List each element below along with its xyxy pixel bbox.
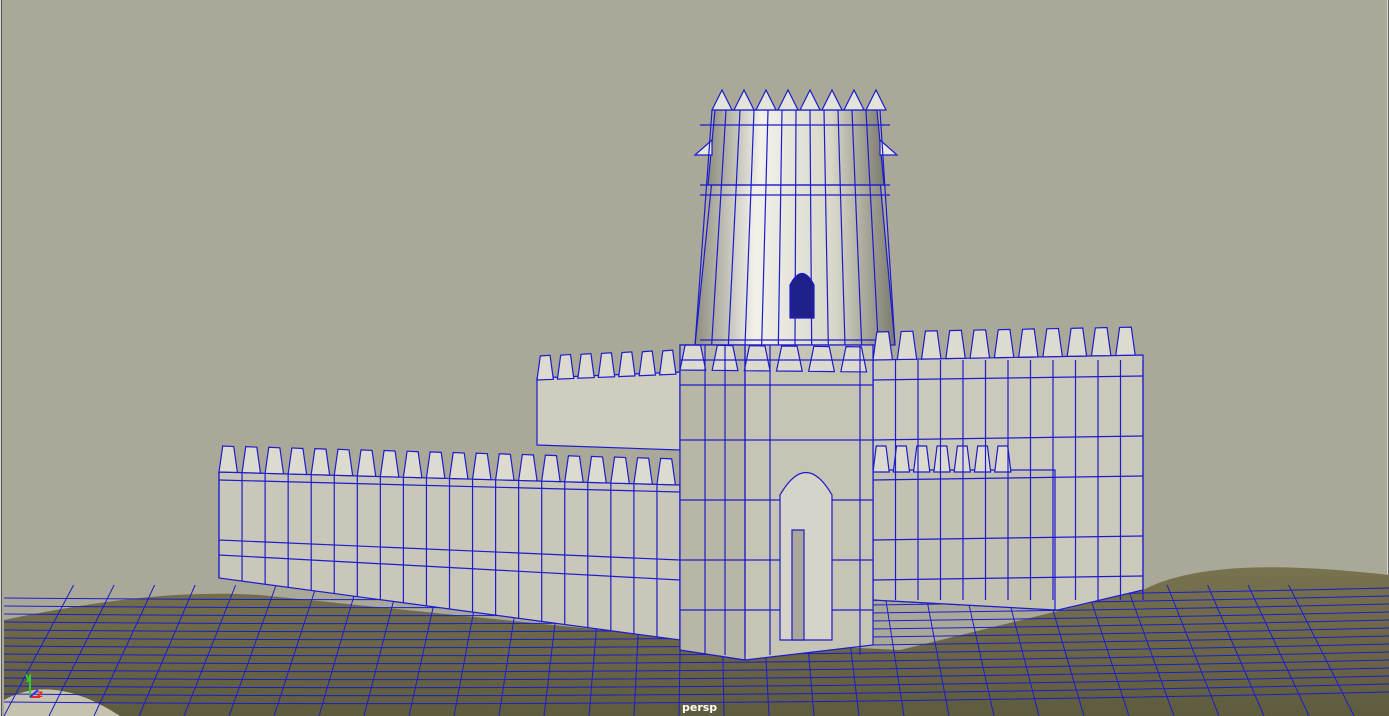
merlon xyxy=(610,456,630,485)
camera-name-label: persp xyxy=(682,701,718,714)
merlon xyxy=(775,345,803,372)
back-left-wall[interactable] xyxy=(536,349,681,451)
merlon xyxy=(1115,326,1136,357)
gate-tower[interactable] xyxy=(679,344,874,661)
merlon xyxy=(402,450,423,479)
merlon xyxy=(536,354,555,381)
merlon xyxy=(264,446,285,475)
merlon xyxy=(993,328,1015,359)
tower-merlon xyxy=(821,88,843,111)
maya-perspective-viewport[interactable]: y z persp xyxy=(0,0,1389,716)
merlon xyxy=(953,445,972,473)
scene[interactable]: y z xyxy=(0,0,1389,716)
merlon xyxy=(807,345,836,373)
merlon xyxy=(896,330,918,361)
tower-merlon xyxy=(799,88,821,111)
merlon xyxy=(425,451,446,479)
merlon xyxy=(556,353,575,380)
merlon xyxy=(638,350,657,377)
merlon xyxy=(471,452,492,481)
merlon xyxy=(541,454,561,483)
axis-y-label: y xyxy=(25,672,32,683)
merlon xyxy=(448,451,469,480)
merlon xyxy=(920,330,942,360)
merlon xyxy=(310,447,331,476)
merlon xyxy=(494,453,515,481)
tower-merlon xyxy=(711,88,733,111)
merlon xyxy=(333,448,354,477)
merlon xyxy=(241,446,262,474)
tower-merlon xyxy=(865,88,887,111)
tower-merlon xyxy=(733,88,755,111)
merlon xyxy=(658,349,677,376)
merlon xyxy=(912,445,931,473)
merlon xyxy=(872,331,894,361)
right-wall[interactable] xyxy=(872,326,1144,611)
merlon xyxy=(1017,328,1039,358)
merlon xyxy=(618,351,636,378)
tower-merlon xyxy=(843,88,865,111)
axis-z-label: z xyxy=(37,689,43,700)
merlon xyxy=(1090,326,1112,357)
tower-merlon xyxy=(755,88,777,111)
merlon xyxy=(1042,327,1064,358)
merlon xyxy=(656,457,677,486)
merlon xyxy=(517,453,538,482)
merlon xyxy=(973,445,992,473)
merlon xyxy=(945,329,966,360)
fortress-model[interactable] xyxy=(218,88,1144,661)
merlon xyxy=(633,457,654,485)
merlon xyxy=(1066,327,1088,357)
merlon xyxy=(969,329,991,359)
merlon xyxy=(564,455,584,483)
round-tower[interactable] xyxy=(693,88,899,346)
merlon xyxy=(287,447,308,476)
merlon xyxy=(872,445,890,473)
merlon xyxy=(587,455,607,484)
tower-merlon xyxy=(777,88,799,111)
merlon xyxy=(840,346,868,373)
merlon xyxy=(218,445,239,474)
merlon xyxy=(933,445,951,473)
merlon xyxy=(379,449,400,478)
merlon xyxy=(679,344,707,371)
merlon xyxy=(577,352,595,379)
merlon xyxy=(743,345,771,372)
merlon xyxy=(356,449,377,478)
merlon xyxy=(597,352,616,379)
